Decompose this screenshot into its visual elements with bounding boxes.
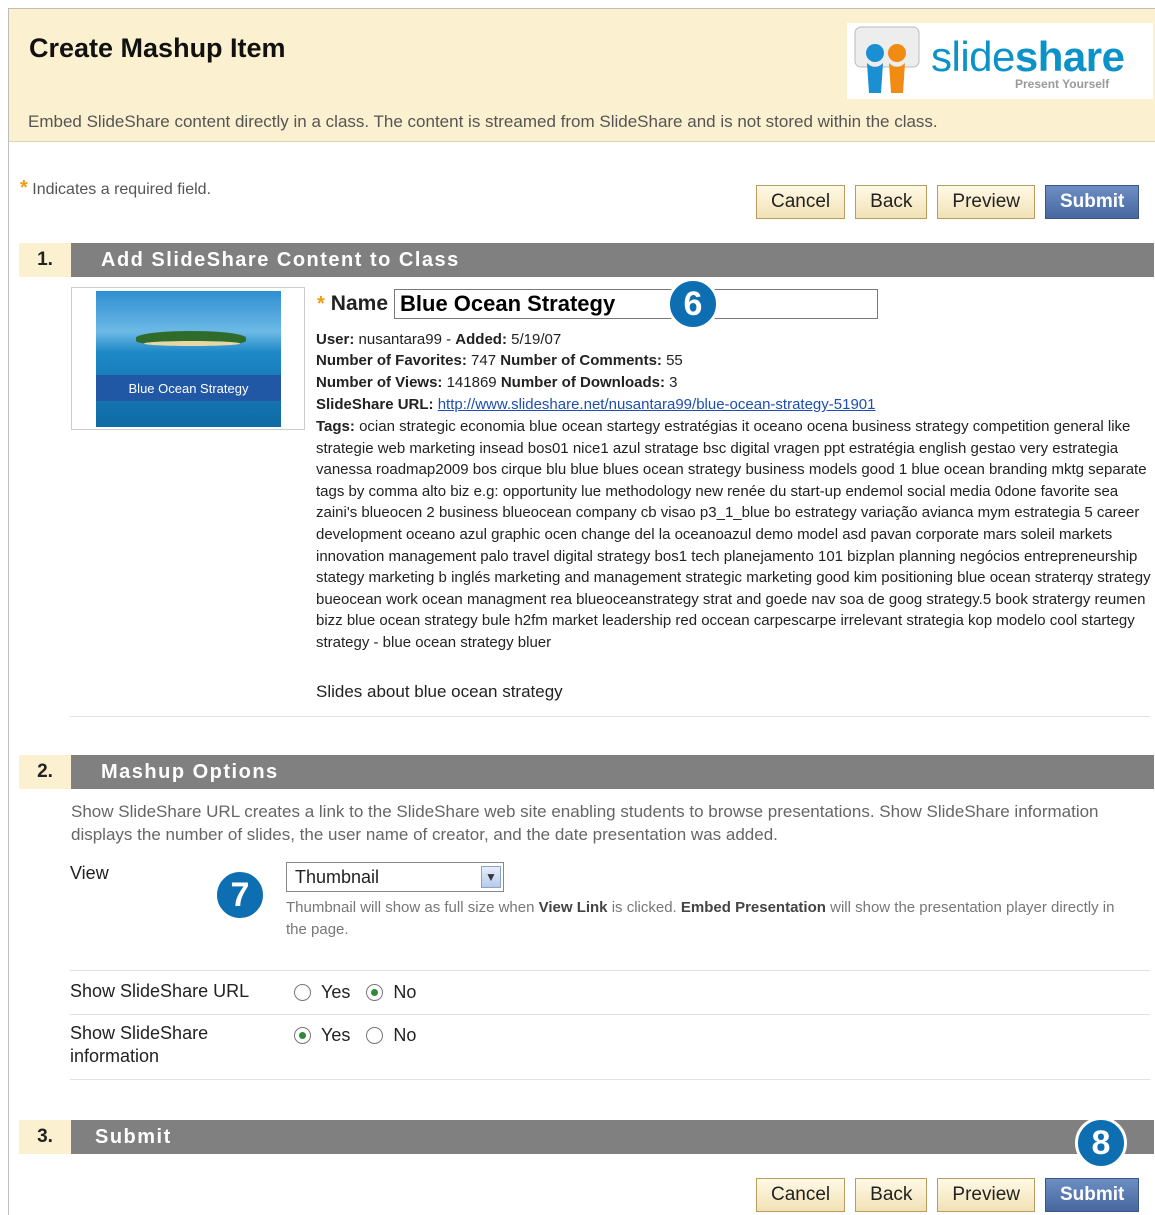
preview-button[interactable]: Preview: [937, 185, 1035, 219]
cancel-button[interactable]: Cancel: [756, 1178, 846, 1212]
divider: [70, 1079, 1150, 1080]
divider: [70, 716, 1150, 717]
required-star-icon: *: [20, 177, 28, 199]
radio-label-no: No: [393, 982, 417, 1002]
thumbnail-image: Blue Ocean Strategy: [96, 291, 281, 427]
preview-button[interactable]: Preview: [937, 1178, 1035, 1212]
slideshare-people-icon: [854, 26, 920, 93]
chevron-down-icon[interactable]: ▼: [481, 866, 501, 888]
view-label: View: [70, 863, 109, 883]
cancel-button[interactable]: Cancel: [756, 185, 846, 219]
meta-views-line: Number of Views: 141869 Number of Downlo…: [316, 374, 678, 391]
section-number: 2.: [19, 755, 71, 789]
divider: [70, 1014, 1150, 1015]
slides-description: Slides about blue ocean strategy: [316, 682, 563, 701]
section-title: Mashup Options: [101, 760, 279, 783]
mashup-options-description: Show SlideShare URL creates a link to th…: [71, 802, 1099, 844]
meta-url-line: SlideShare URL: http://www.slideshare.ne…: [316, 396, 876, 413]
callout-8-icon: 8: [1075, 1117, 1127, 1169]
required-note: * Indicates a required field.: [20, 177, 212, 199]
thumbnail-label: Blue Ocean Strategy: [96, 375, 281, 401]
slideshare-wordmark: slideshare: [931, 33, 1125, 80]
name-label: Name: [330, 292, 388, 315]
tags-text: Tags: ocian strategic economia blue ocea…: [316, 418, 1151, 651]
submit-button[interactable]: Submit: [1044, 1178, 1140, 1212]
view-select[interactable]: Thumbnail ▼: [286, 862, 504, 892]
presentation-thumbnail[interactable]: Blue Ocean Strategy: [71, 287, 305, 430]
show-url-yes-radio[interactable]: [294, 984, 311, 1001]
required-star-icon: *: [317, 292, 325, 315]
section-title: Add SlideShare Content to Class: [101, 248, 460, 271]
radio-label-no: No: [393, 1025, 417, 1045]
page-description: Embed SlideShare content directly in a c…: [28, 112, 938, 131]
callout-7-icon: 7: [214, 869, 266, 921]
section-3-header: 3. Submit: [19, 1120, 1154, 1154]
view-select-value: Thumbnail: [295, 867, 380, 887]
callout-6-icon: 6: [667, 278, 719, 330]
show-info-no-radio[interactable]: [366, 1027, 384, 1044]
page-title: Create Mashup Item: [29, 33, 286, 63]
slideshare-tagline: Present Yourself: [1015, 77, 1110, 91]
section-1-header: 1. Add SlideShare Content to Class: [19, 243, 1154, 277]
show-url-no-radio[interactable]: [366, 984, 384, 1001]
meta-favorites-line: Number of Favorites: 747 Number of Comme…: [316, 352, 683, 369]
view-help-text: Thumbnail will show as full size when Vi…: [286, 899, 1115, 938]
slideshare-url-link[interactable]: http://www.slideshare.net/nusantara99/bl…: [438, 396, 876, 413]
bottom-button-row: Cancel Back Preview Submit: [756, 1178, 1140, 1212]
page-header: Create Mashup Item slideshare Present Yo…: [9, 9, 1155, 142]
show-info-radio-group: Yes No: [294, 1025, 432, 1046]
section-number: 1.: [19, 243, 71, 277]
show-url-radio-group: Yes No: [294, 982, 432, 1003]
radio-label-yes: Yes: [321, 1025, 351, 1045]
name-row: * Name: [317, 289, 878, 319]
submit-button[interactable]: Submit: [1044, 185, 1140, 219]
name-input[interactable]: [394, 289, 878, 319]
meta-user-line: User: nusantara99 - Added: 5/19/07: [316, 331, 562, 348]
slideshare-logo: slideshare Present Yourself: [847, 23, 1153, 99]
sand-shape: [144, 341, 240, 346]
back-button[interactable]: Back: [855, 1178, 928, 1212]
section-title: Submit: [95, 1125, 172, 1148]
section-number: 3.: [19, 1120, 71, 1154]
section-2-header: 2. Mashup Options: [19, 755, 1154, 789]
radio-label-yes: Yes: [321, 982, 351, 1002]
show-info-label: Show SlideShare information: [70, 1023, 209, 1066]
show-info-yes-radio[interactable]: [294, 1027, 311, 1044]
back-button[interactable]: Back: [855, 185, 928, 219]
divider: [70, 970, 1150, 971]
top-button-row: Cancel Back Preview Submit: [756, 185, 1140, 219]
show-url-label: Show SlideShare URL: [70, 981, 250, 1001]
